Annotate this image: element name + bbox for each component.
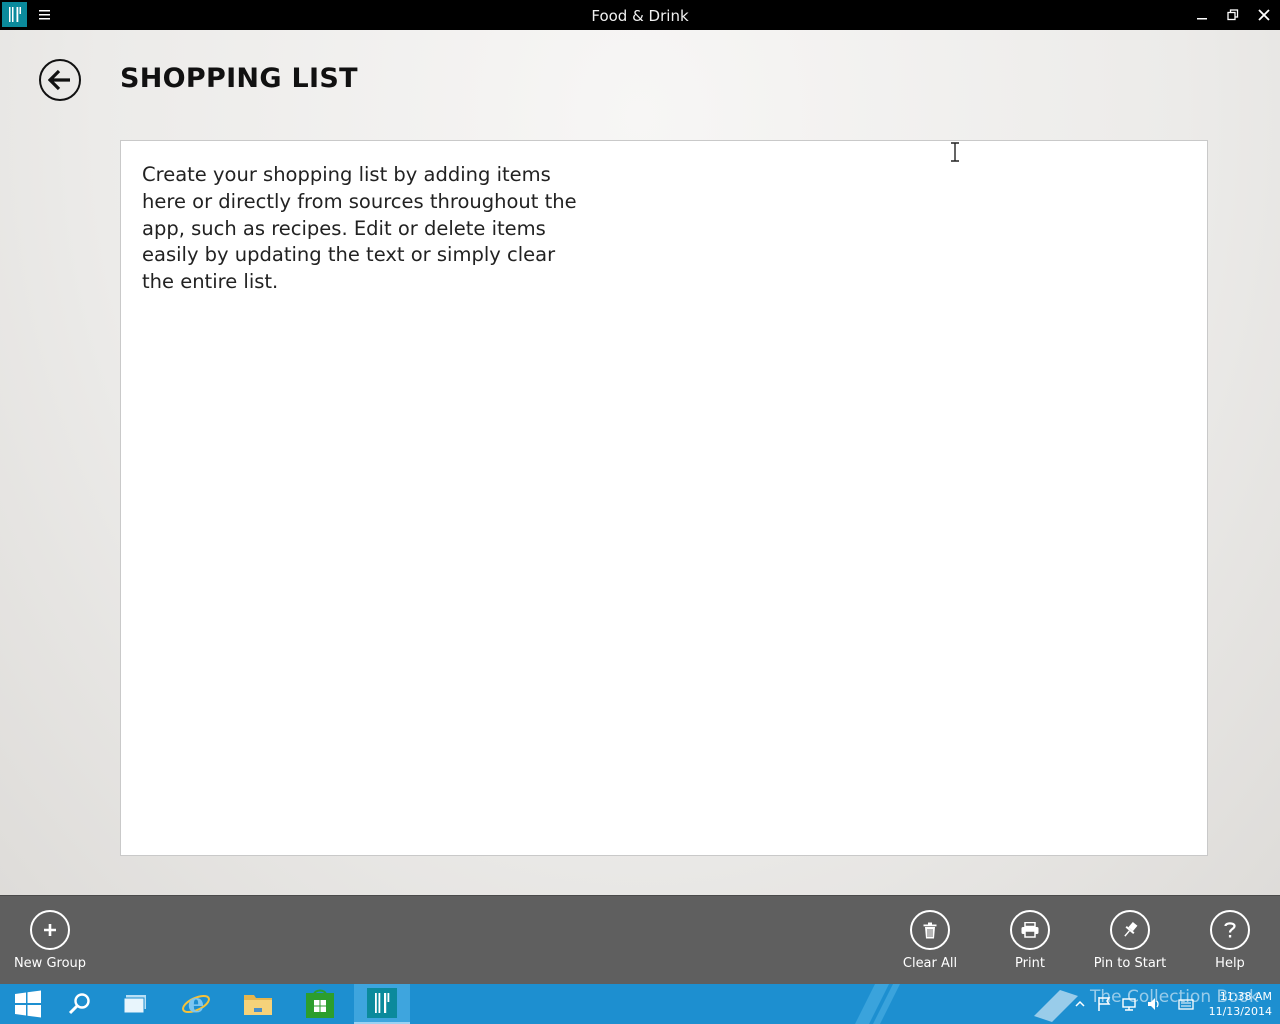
- svg-text:e: e: [188, 989, 205, 1019]
- pin-to-start-label: Pin to Start: [1093, 956, 1167, 971]
- minimize-button[interactable]: [1187, 0, 1217, 30]
- app-bar: New Group Clear All Print Pin to Start H…: [0, 895, 1280, 985]
- taskbar: e The Collection Book 11:38 AM 11/13/201…: [0, 984, 1280, 1024]
- search-icon: [68, 993, 90, 1015]
- trash-icon: [910, 910, 950, 950]
- page-content: SHOPPING LIST Create your shopping list …: [0, 30, 1280, 895]
- clock-date: 11/13/2014: [1208, 1005, 1272, 1018]
- internet-explorer-icon: e: [182, 989, 210, 1019]
- print-button[interactable]: Print: [980, 896, 1080, 985]
- start-button[interactable]: [0, 984, 56, 1024]
- network-icon[interactable]: [1121, 996, 1137, 1012]
- back-arrow-icon: [48, 69, 70, 91]
- show-hidden-icons-icon[interactable]: [1072, 996, 1088, 1012]
- help-button[interactable]: Help: [1180, 896, 1280, 985]
- search-button[interactable]: [52, 984, 108, 1024]
- restore-button[interactable]: [1218, 0, 1248, 30]
- close-button[interactable]: [1249, 0, 1279, 30]
- clock-time: 11:38 AM: [1219, 990, 1272, 1003]
- printer-icon: [1010, 910, 1050, 950]
- list-placeholder-text: Create your shopping list by adding item…: [142, 163, 577, 294]
- minimize-icon: [1197, 18, 1207, 20]
- pin-to-start-button[interactable]: Pin to Start: [1080, 896, 1180, 985]
- internet-explorer-button[interactable]: e: [168, 984, 224, 1024]
- store-icon: [306, 989, 334, 1018]
- system-clock[interactable]: 11:38 AM 11/13/2014: [1202, 989, 1272, 1019]
- clear-all-button[interactable]: Clear All: [880, 896, 980, 985]
- window-title: Food & Drink: [591, 7, 689, 25]
- file-explorer-icon: [244, 995, 272, 1015]
- volume-icon[interactable]: [1146, 996, 1162, 1012]
- task-view-icon: [123, 995, 146, 1014]
- clear-all-label: Clear All: [902, 956, 958, 971]
- close-icon: [1258, 9, 1270, 21]
- new-group-label: New Group: [13, 956, 87, 971]
- text-cursor-icon: [951, 142, 959, 162]
- store-button[interactable]: [292, 984, 348, 1024]
- start-icon: [15, 990, 41, 1018]
- restore-icon: [1227, 9, 1239, 21]
- print-label: Print: [1015, 956, 1045, 971]
- page-title: SHOPPING LIST: [120, 63, 358, 94]
- title-bar: Food & Drink: [0, 0, 1280, 30]
- flag-icon[interactable]: [1096, 996, 1112, 1012]
- plus-icon: [30, 910, 70, 950]
- pin-icon: [1110, 910, 1150, 950]
- new-group-button[interactable]: New Group: [0, 896, 100, 985]
- shopping-list-editor[interactable]: Create your shopping list by adding item…: [120, 140, 1208, 856]
- question-icon: [1210, 910, 1250, 950]
- help-label: Help: [1215, 956, 1245, 971]
- file-explorer-button[interactable]: [230, 984, 286, 1024]
- taskbar-stripe-decoration: [855, 984, 900, 1024]
- back-button[interactable]: [39, 59, 81, 101]
- keyboard-icon[interactable]: [1178, 996, 1194, 1012]
- food-drink-icon: [367, 988, 397, 1018]
- food-drink-button[interactable]: [354, 984, 410, 1024]
- task-view-button[interactable]: [108, 984, 164, 1024]
